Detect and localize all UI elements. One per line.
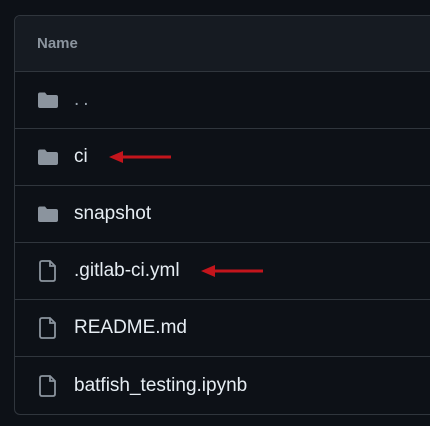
file-icon bbox=[35, 258, 61, 284]
file-table: Name .. ci snapshot .gitlab-ci.yml READM… bbox=[14, 15, 430, 415]
column-header-name: Name bbox=[37, 35, 78, 52]
table-row-ci[interactable]: ci bbox=[15, 129, 430, 186]
row-name[interactable]: .gitlab-ci.yml bbox=[74, 260, 180, 282]
table-row-parent-dir[interactable]: .. bbox=[15, 72, 430, 129]
folder-icon bbox=[35, 144, 61, 170]
row-name[interactable]: snapshot bbox=[74, 203, 151, 225]
file-icon bbox=[35, 315, 61, 341]
table-row-batfish-testing[interactable]: batfish_testing.ipynb bbox=[15, 357, 430, 414]
table-row-readme[interactable]: README.md bbox=[15, 300, 430, 357]
row-name[interactable]: ci bbox=[74, 146, 88, 168]
file-icon bbox=[35, 373, 61, 399]
row-name[interactable]: README.md bbox=[74, 317, 187, 339]
table-row-gitlab-ci-yml[interactable]: .gitlab-ci.yml bbox=[15, 243, 430, 300]
table-row-snapshot[interactable]: snapshot bbox=[15, 186, 430, 243]
folder-icon bbox=[35, 201, 61, 227]
row-name[interactable]: .. bbox=[74, 89, 93, 111]
red-arrow-annotation bbox=[201, 243, 265, 299]
table-header: Name bbox=[15, 16, 430, 72]
row-name[interactable]: batfish_testing.ipynb bbox=[74, 375, 247, 397]
folder-icon bbox=[35, 87, 61, 113]
red-arrow-annotation bbox=[109, 129, 173, 185]
